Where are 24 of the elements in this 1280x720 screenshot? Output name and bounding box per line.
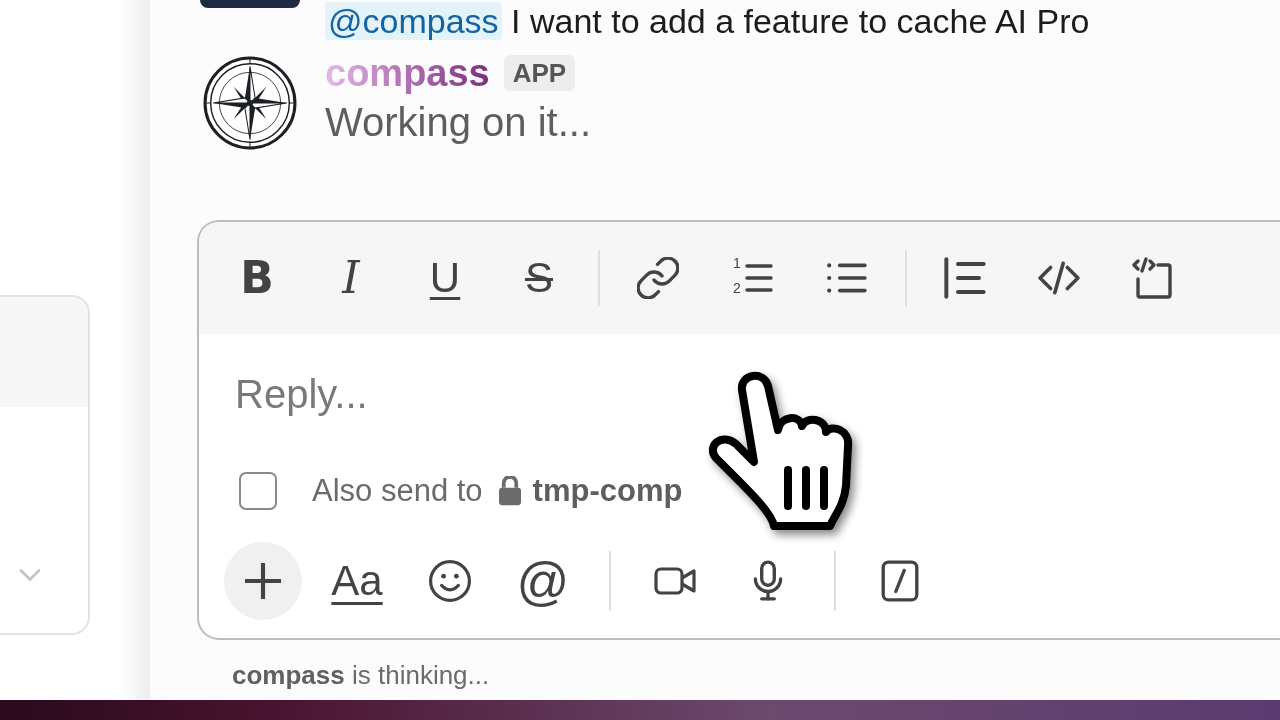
smiley-icon — [429, 560, 471, 602]
lock-icon — [498, 476, 521, 506]
strikethrough-button[interactable]: S — [511, 250, 567, 306]
message-text: Working on it... — [325, 99, 592, 146]
plus-icon — [245, 563, 281, 599]
slash-command-icon — [879, 560, 921, 602]
app-badge: APP — [503, 55, 576, 91]
italic-button[interactable]: I — [323, 250, 379, 306]
bold-button[interactable]: B — [229, 250, 285, 306]
checkbox[interactable] — [239, 472, 277, 510]
formatting-button[interactable]: Aa — [329, 553, 385, 609]
underline-button[interactable]: U — [417, 250, 473, 306]
message-text: @compass I want to add a feature to cache AI Pro — [325, 0, 1090, 42]
channel-name[interactable]: tmp-comp — [532, 473, 683, 509]
also-send-label: Also send to — [312, 473, 483, 509]
blockquote-icon — [944, 257, 986, 299]
reply-field[interactable]: Reply... — [235, 370, 1135, 418]
compass-icon — [203, 56, 297, 150]
mention-link[interactable]: @compass — [325, 2, 502, 40]
numbered-list-button[interactable]: 1 2 — [724, 250, 780, 306]
typing-status: compass is thinking... — [232, 659, 491, 692]
link-icon — [637, 257, 679, 299]
code-block-icon — [1132, 257, 1174, 299]
mention-button[interactable]: @ — [515, 553, 571, 609]
